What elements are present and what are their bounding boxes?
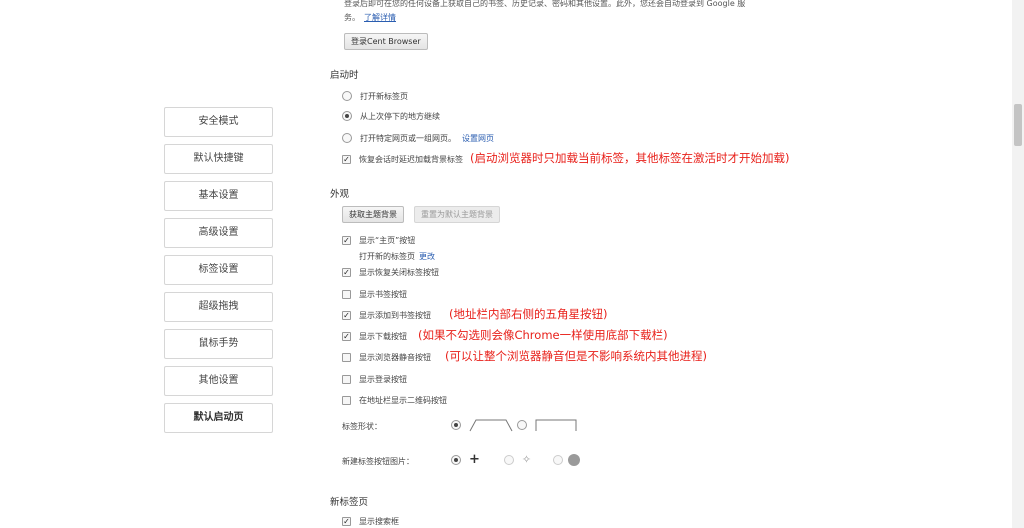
checkbox[interactable] [342, 374, 351, 384]
tab-shape-radio-trapezoid[interactable] [451, 420, 461, 430]
set-pages-link[interactable]: 设置网页 [462, 133, 494, 144]
option-label: 在地址栏显示二维码按钮 [359, 395, 447, 405]
option-label: 打开新标签页 [360, 91, 408, 101]
sidebar-item-default-startup-page[interactable]: 默认启动页 [164, 403, 273, 433]
startup-section-title: 启动时 [330, 70, 359, 81]
sidebar-item-basic-settings[interactable]: 基本设置 [164, 181, 273, 211]
login-button-checkbox-row[interactable]: 显示登录按钮 [342, 372, 407, 386]
newtab-section-title: 新标签页 [330, 497, 369, 508]
option-label: 显示搜索框 [359, 516, 399, 526]
rectangle-tab-icon [535, 419, 577, 431]
light-plus-icon: ✧ [521, 453, 532, 466]
checkmark-icon[interactable]: ✓ [342, 267, 351, 277]
sidebar-item-mouse-gestures[interactable]: 鼠标手势 [164, 329, 273, 359]
download-annotation: (如果不勾选则会像Chrome一样使用底部下载栏) [418, 328, 668, 342]
startup-option-continue[interactable]: 从上次停下的地方继续 [342, 109, 440, 123]
checkbox[interactable] [342, 289, 351, 299]
option-label: 打开特定网页或一组网页。 [360, 133, 456, 143]
new-tab-button-image-row: 新建标签按钮图片： [342, 454, 414, 468]
learn-more-link[interactable]: 了解详情 [364, 13, 396, 22]
option-label: 显示恢复关闭标签按钮 [359, 267, 439, 277]
lazy-load-checkbox-row[interactable]: ✓ 恢复会话时延迟加载背景标签 [342, 152, 463, 166]
radio-button-selected[interactable] [342, 111, 352, 121]
option-label: 显示登录按钮 [359, 374, 407, 384]
tab-shape-radio-rectangle[interactable] [517, 420, 527, 430]
signin-text-line1: 登录后即可在您的任何设备上获取自己的书签、历史记录、密码和其他设置。此外，您还会… [344, 0, 746, 8]
reset-theme-button[interactable]: 重置为默认主题背景 [414, 206, 500, 223]
checkmark-icon[interactable]: ✓ [342, 516, 351, 526]
checkmark-icon[interactable]: ✓ [342, 331, 351, 341]
lazy-load-annotation: (启动浏览器时只加载当前标签，其他标签在激活时才开始加载) [470, 151, 790, 165]
sidebar-item-shortcuts[interactable]: 默认快捷键 [164, 144, 273, 174]
qr-code-checkbox-row[interactable]: 在地址栏显示二维码按钮 [342, 393, 447, 407]
checkmark-icon[interactable]: ✓ [342, 310, 351, 320]
option-label: 显示“主页”按钮 [359, 235, 416, 245]
new-tab-button-image-label: 新建标签按钮图片： [342, 456, 414, 466]
get-theme-button[interactable]: 获取主题背景 [342, 206, 404, 223]
radio-button[interactable] [342, 91, 352, 101]
search-box-checkbox-row[interactable]: ✓ 显示搜索框 [342, 514, 399, 528]
signin-text-line2: 务。 [344, 13, 360, 22]
sidebar-item-safe-mode[interactable]: 安全模式 [164, 107, 273, 137]
tab-shape-row: 标签形状： [342, 419, 382, 433]
sidebar-item-super-drag[interactable]: 超级拖拽 [164, 292, 273, 322]
signin-button[interactable]: 登录Cent Browser [344, 33, 428, 50]
checkbox[interactable] [342, 395, 351, 405]
mute-button-checkbox-row[interactable]: 显示浏览器静音按钮 [342, 350, 431, 364]
settings-sidebar: 安全模式 默认快捷键 基本设置 高级设置 标签设置 超级拖拽 鼠标手势 其他设置… [164, 107, 273, 440]
checkmark-icon[interactable]: ✓ [342, 154, 351, 164]
checkmark-icon[interactable]: ✓ [342, 235, 351, 245]
plus-icon: + [469, 451, 480, 467]
startup-option-specific-pages[interactable]: 打开特定网页或一组网页。 设置网页 [342, 131, 494, 145]
home-page-text: 打开新的标签页 [359, 251, 415, 261]
trapezoid-tab-icon [469, 419, 513, 432]
home-page-sub-row: 打开新的标签页 更改 [359, 249, 435, 263]
bookmark-button-checkbox-row[interactable]: 显示书签按钮 [342, 287, 407, 301]
option-label: 恢复会话时延迟加载背景标签 [359, 154, 463, 164]
new-tab-radio-circle[interactable] [553, 454, 564, 465]
home-button-checkbox-row[interactable]: ✓ 显示“主页”按钮 [342, 233, 415, 247]
appearance-section-title: 外观 [330, 189, 350, 200]
signin-description: 登录后即可在您的任何设备上获取自己的书签、历史记录、密码和其他设置。此外，您还会… [344, 0, 784, 25]
download-button-checkbox-row[interactable]: ✓ 显示下载按钮 [342, 329, 407, 343]
scrollbar-thumb[interactable] [1014, 104, 1022, 146]
startup-option-new-tab[interactable]: 打开新标签页 [342, 89, 408, 103]
change-home-link[interactable]: 更改 [419, 251, 435, 262]
radio-button[interactable] [342, 133, 352, 143]
restore-closed-checkbox-row[interactable]: ✓ 显示恢复关闭标签按钮 [342, 265, 439, 279]
add-bookmark-checkbox-row[interactable]: ✓ 显示添加到书签按钮 [342, 308, 431, 322]
add-bookmark-annotation: (地址栏内部右侧的五角星按钮) [449, 307, 608, 321]
sidebar-item-advanced-settings[interactable]: 高级设置 [164, 218, 273, 248]
settings-content: 登录后即可在您的任何设备上获取自己的书签、历史记录、密码和其他设置。此外，您还会… [330, 0, 980, 528]
sidebar-item-tab-settings[interactable]: 标签设置 [164, 255, 273, 285]
option-label: 显示添加到书签按钮 [359, 310, 431, 320]
sidebar-item-other-settings[interactable]: 其他设置 [164, 366, 273, 396]
new-tab-radio-light[interactable] [503, 454, 514, 465]
option-label: 从上次停下的地方继续 [360, 111, 440, 121]
option-label: 显示浏览器静音按钮 [359, 352, 431, 362]
checkbox[interactable] [342, 352, 351, 362]
circle-icon [568, 453, 581, 466]
new-tab-button-options: + ✧ [451, 451, 581, 467]
tab-shape-options [451, 418, 577, 432]
tab-shape-label: 标签形状： [342, 421, 382, 431]
option-label: 显示书签按钮 [359, 289, 407, 299]
vertical-scrollbar[interactable] [1012, 0, 1024, 528]
mute-annotation: (可以让整个浏览器静音但是不影响系统内其他进程) [445, 349, 707, 363]
option-label: 显示下载按钮 [359, 331, 407, 341]
new-tab-radio-plus[interactable] [451, 454, 461, 465]
